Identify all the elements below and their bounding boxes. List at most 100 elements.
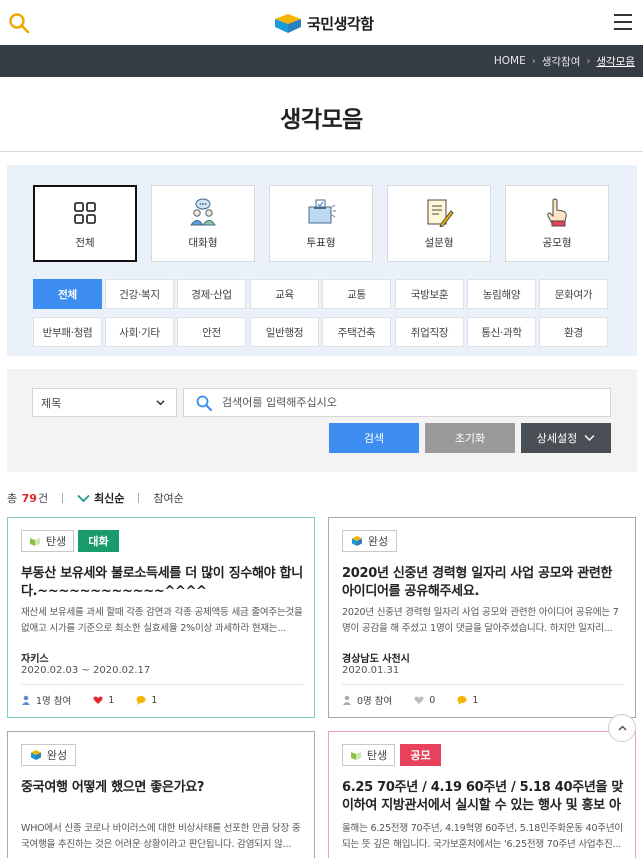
detail-settings-button[interactable]: 상세설정 bbox=[521, 423, 611, 453]
participants-count: 0명 참여 bbox=[357, 696, 393, 707]
status-label: 탄생 bbox=[45, 535, 67, 548]
comments-count: 1 bbox=[151, 694, 158, 706]
title-divider bbox=[0, 151, 643, 152]
divider bbox=[138, 493, 140, 503]
idea-card[interactable]: 완성 2020년 신중년 경력형 일자리 사업 공모와 관련한 아이디어를 공유… bbox=[328, 517, 636, 718]
search-field-value: 제목 bbox=[41, 396, 62, 410]
card-date: 2020.02.03 ~ 2020.02.17 bbox=[21, 665, 151, 676]
category-administration[interactable]: 일반행정 bbox=[250, 317, 319, 347]
category-environment[interactable]: 환경 bbox=[539, 317, 608, 347]
total-suffix: 건 bbox=[37, 492, 49, 505]
search-icon[interactable] bbox=[8, 12, 30, 34]
card-title[interactable]: 6.25 70주년 / 4.19 60주년 / 5.18 40주년을 맞이하여 … bbox=[342, 779, 626, 815]
sort-latest[interactable]: 최신순 bbox=[77, 490, 124, 506]
likes-count: 0 bbox=[429, 694, 436, 706]
chevron-down-icon bbox=[156, 400, 165, 406]
type-badge: 공모 bbox=[400, 744, 441, 766]
category-safety[interactable]: 안전 bbox=[177, 317, 246, 347]
chat-people-icon bbox=[190, 198, 216, 226]
category-health-welfare[interactable]: 건강·복지 bbox=[105, 279, 174, 309]
hamburger-menu-icon[interactable] bbox=[614, 14, 632, 30]
category-employment[interactable]: 취업직장 bbox=[395, 317, 464, 347]
card-description: 올해는 6.25전쟁 70주년, 4.19혁명 60주년, 5.18민주화운동 … bbox=[342, 823, 623, 850]
type-tab-contest[interactable]: 공모형 bbox=[505, 185, 609, 262]
breadcrumb-current[interactable]: 생각모음 bbox=[596, 54, 635, 69]
cube-icon bbox=[30, 750, 41, 760]
type-tab-all[interactable]: 전체 bbox=[33, 185, 137, 262]
type-tab-label: 투표형 bbox=[306, 237, 336, 249]
heart-icon bbox=[93, 696, 103, 704]
search-field-select[interactable]: 제목 bbox=[32, 388, 177, 417]
category-culture[interactable]: 문화여가 bbox=[539, 279, 608, 309]
category-economy[interactable]: 경제·산업 bbox=[177, 279, 246, 309]
category-all[interactable]: 전체 bbox=[33, 279, 102, 309]
category-defense[interactable]: 국방보훈 bbox=[395, 279, 464, 309]
person-icon bbox=[22, 695, 30, 705]
idea-card[interactable]: 탄생 공모 6.25 70주년 / 4.19 60주년 / 5.18 40주년을… bbox=[328, 731, 636, 858]
participants-count: 1명 참여 bbox=[36, 696, 72, 707]
sort-participation[interactable]: 참여순 bbox=[153, 490, 183, 506]
status-badge: 완성 bbox=[21, 744, 76, 766]
status-badge: 탄생 bbox=[21, 530, 74, 552]
idea-card[interactable]: 탄생 대화 부동산 보유세와 불로소득세를 더 많이 징수해야 합니다.~~~~… bbox=[7, 517, 315, 718]
card-description: 재산세 보유세를 과세 할때 각종 감면과 각종 공제액등 세금 줄여주는것을 … bbox=[21, 607, 303, 634]
breadcrumb-home[interactable]: HOME bbox=[494, 55, 526, 67]
card-description: 2020년 신중년 경력형 일자리 사업 공모와 관련한 아이디어 공유에는 7… bbox=[342, 607, 619, 634]
status-label: 완성 bbox=[46, 749, 68, 762]
type-tab-label: 설문형 bbox=[424, 237, 454, 249]
search-button[interactable]: 검색 bbox=[329, 423, 419, 453]
category-education[interactable]: 교육 bbox=[250, 279, 319, 309]
type-tab-vote[interactable]: 투표형 bbox=[269, 185, 373, 262]
chevron-right-icon: › bbox=[586, 55, 591, 67]
category-society[interactable]: 사회·기타 bbox=[105, 317, 174, 347]
comment-icon bbox=[457, 696, 467, 705]
cube-icon bbox=[351, 536, 362, 546]
grid-icon bbox=[74, 202, 96, 224]
card-author: 경상남도 사천시 bbox=[342, 654, 410, 665]
type-badge: 대화 bbox=[78, 530, 119, 552]
chevron-down-icon bbox=[584, 435, 595, 441]
card-title[interactable]: 중국여행 어떻게 했으면 좋은가요? bbox=[21, 779, 305, 797]
type-tab-survey[interactable]: 설문형 bbox=[387, 185, 491, 262]
category-anticorruption[interactable]: 반부패·청렴 bbox=[33, 317, 102, 347]
breadcrumb-participate[interactable]: 생각참여 bbox=[542, 54, 581, 69]
status-badge: 탄생 bbox=[342, 744, 395, 766]
filter-panel: 전체 대화형 투표형 설문형 공모형 전체 건강·복지 경제·산업 교육 교통 … bbox=[7, 165, 637, 356]
type-tab-label: 전체 bbox=[75, 237, 95, 249]
logo-text: 국민생각함 bbox=[307, 14, 374, 33]
total-count: 79 bbox=[21, 491, 37, 505]
sort-bar: 총 79 건 최신순 참여순 bbox=[7, 490, 184, 506]
type-tab-dialogue[interactable]: 대화형 bbox=[151, 185, 255, 262]
sprout-cube-icon bbox=[350, 752, 361, 760]
total-prefix: 총 bbox=[7, 492, 18, 505]
breadcrumb: HOME › 생각참여 › 생각모음 bbox=[494, 45, 635, 77]
category-telecom-science[interactable]: 통신·과학 bbox=[467, 317, 536, 347]
idea-card[interactable]: 완성 중국여행 어떻게 했으면 좋은가요? WHO에서 신종 코로나 바이러스에… bbox=[7, 731, 315, 858]
person-icon bbox=[343, 695, 351, 705]
likes-stat: 0 bbox=[414, 695, 435, 706]
search-panel: 제목 검색 초기화 상세설정 bbox=[7, 369, 637, 472]
card-title[interactable]: 2020년 신중년 경력형 일자리 사업 공모와 관련한 아이디어를 공유해주세… bbox=[342, 565, 626, 601]
search-input[interactable] bbox=[222, 396, 582, 409]
card-stats: 0명 참여 0 1 bbox=[342, 693, 500, 707]
card-author: 자키스 bbox=[21, 654, 49, 665]
category-traffic[interactable]: 교통 bbox=[322, 279, 391, 309]
category-housing[interactable]: 주택건축 bbox=[322, 317, 391, 347]
card-divider bbox=[342, 684, 624, 685]
chevron-up-icon bbox=[618, 725, 626, 731]
card-stats: 1명 참여 1 1 bbox=[21, 693, 179, 707]
hand-pointer-icon bbox=[547, 198, 567, 227]
app-header: 국민생각함 bbox=[0, 0, 643, 45]
page-title: 생각모음 bbox=[280, 107, 363, 133]
card-title[interactable]: 부동산 보유세와 불로소득세를 더 많이 징수해야 합니다.~~~~~~~~~~… bbox=[21, 565, 305, 601]
card-date: 2020.01.31 bbox=[342, 665, 400, 676]
scroll-top-button[interactable] bbox=[608, 714, 636, 742]
sprout-cube-icon bbox=[29, 538, 40, 546]
site-logo[interactable]: 국민생각함 bbox=[274, 12, 374, 34]
comment-icon bbox=[136, 696, 146, 705]
participants-stat: 1명 참여 bbox=[21, 693, 71, 707]
detail-settings-label: 상세설정 bbox=[536, 432, 578, 445]
category-agriculture[interactable]: 농림해양 bbox=[467, 279, 536, 309]
reset-button[interactable]: 초기화 bbox=[425, 423, 515, 453]
status-label: 탄생 bbox=[366, 749, 388, 762]
